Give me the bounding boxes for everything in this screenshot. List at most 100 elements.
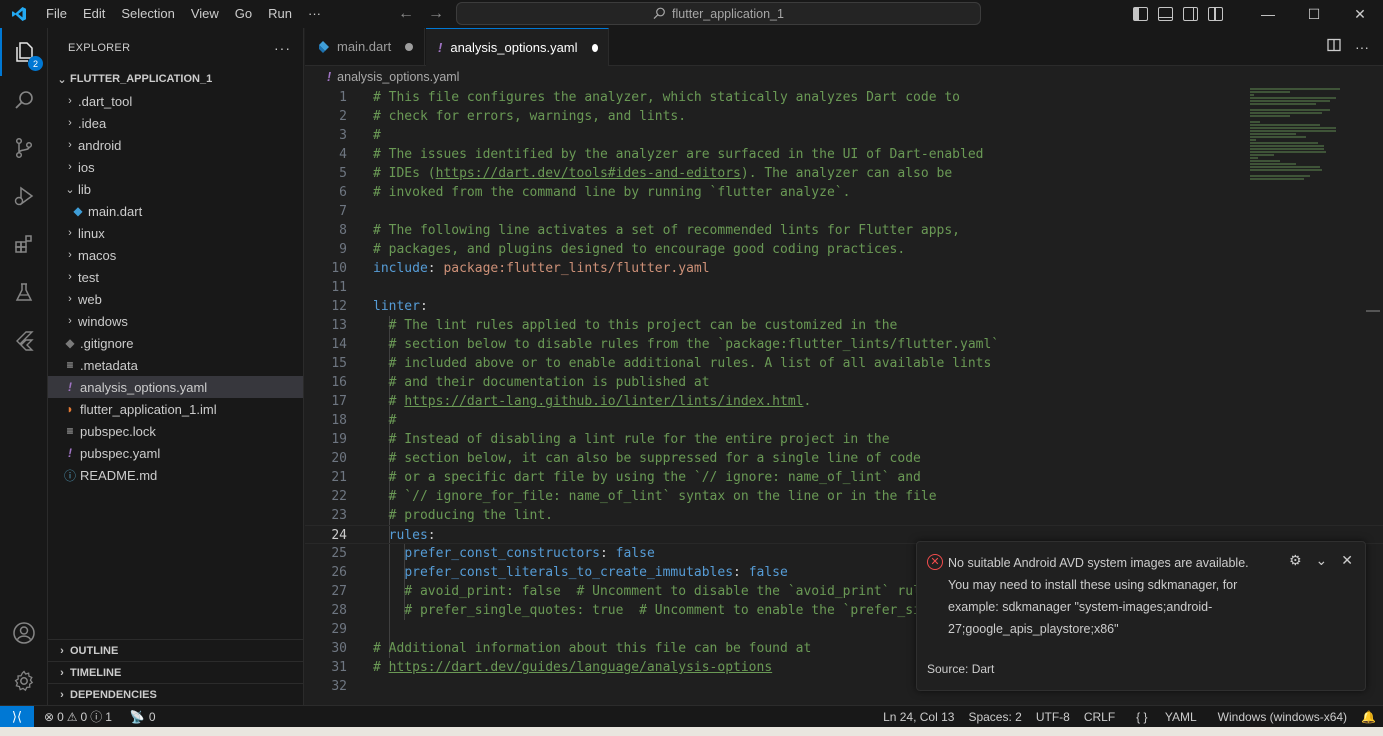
breadcrumb[interactable]: ! analysis_options.yaml	[305, 66, 459, 88]
editor-more-actions-icon[interactable]: ···	[1355, 39, 1369, 55]
menu-item-selection[interactable]: Selection	[113, 0, 182, 28]
line-text: # avoid_print: false # Uncomment to disa…	[373, 582, 928, 601]
line-number: 26	[331, 565, 347, 580]
file-item[interactable]: ! pubspec.yaml	[48, 442, 303, 464]
folder-item[interactable]: › ios	[48, 156, 303, 178]
section-dependencies[interactable]: › DEPENDENCIES	[48, 683, 303, 705]
folder-item[interactable]: › .idea	[48, 112, 303, 134]
folder-item[interactable]: › web	[48, 288, 303, 310]
tab-analysis-options[interactable]: ! analysis_options.yaml	[426, 28, 609, 66]
code-token[interactable]	[373, 565, 404, 580]
folder-item[interactable]: › .dart_tool	[48, 90, 303, 112]
toggle-panel-icon[interactable]	[1158, 7, 1173, 21]
problems-status[interactable]: ⊗ 0 ⚠ 0 ⓘ 1	[44, 708, 112, 725]
code-token[interactable]: :	[428, 261, 444, 276]
line-number: 7	[339, 204, 347, 219]
remote-indicator-icon[interactable]: ⟩⟨	[0, 705, 34, 728]
toggle-primary-sidebar-icon[interactable]	[1133, 7, 1148, 21]
unsaved-dot-icon[interactable]	[405, 42, 414, 51]
maximize-button[interactable]: ☐	[1291, 0, 1337, 28]
customize-layout-icon[interactable]	[1208, 7, 1223, 21]
notification-settings-gear-icon[interactable]: ⚙	[1289, 552, 1302, 569]
menu-item-view[interactable]: View	[183, 0, 227, 28]
code-token: linter	[373, 299, 420, 314]
code-line: 21 # or a specific dart file by using th…	[305, 468, 1383, 487]
folder-item[interactable]: › windows	[48, 310, 303, 332]
section-outline[interactable]: › OUTLINE	[48, 639, 303, 661]
language-mode[interactable]: { } YAML	[1122, 710, 1211, 724]
folder-item[interactable]: › linux	[48, 222, 303, 244]
search-activity-button[interactable]	[0, 76, 48, 124]
folder-item[interactable]: ⌄ lib	[48, 178, 303, 200]
background-window-strip	[0, 727, 1383, 736]
back-arrow-icon[interactable]: ←	[398, 5, 414, 23]
menu-item-more[interactable]: ···	[300, 0, 329, 28]
code-token: #	[373, 660, 389, 675]
forward-arrow-icon[interactable]: →	[428, 5, 444, 23]
file-item[interactable]: ⓘ README.md	[48, 464, 303, 486]
explorer-activity-button[interactable]: 2	[0, 28, 48, 76]
encoding[interactable]: UTF-8	[1029, 710, 1077, 724]
code-line: 14 # section below to disable rules from…	[305, 335, 1383, 354]
workspace-folder-header[interactable]: ⌄ FLUTTER_APPLICATION_1	[48, 68, 303, 90]
split-editor-icon[interactable]	[1327, 38, 1341, 55]
testing-activity-button[interactable]	[0, 268, 48, 316]
explorer-more-actions-button[interactable]: ···	[274, 40, 291, 56]
tree-item-label: web	[78, 291, 102, 307]
menu-item-file[interactable]: File	[38, 0, 75, 28]
code-line: 17 # https://dart-lang.github.io/linter/…	[305, 392, 1383, 411]
collapse-chevron-icon[interactable]: ⌄	[1316, 552, 1328, 569]
command-center-search[interactable]: flutter_application_1	[456, 2, 981, 25]
ports-status[interactable]: 📡 0	[130, 710, 156, 724]
code-token: # and their documentation is published a…	[373, 375, 710, 390]
code-token[interactable]	[373, 528, 389, 543]
file-item[interactable]: ! analysis_options.yaml	[48, 376, 303, 398]
code-token[interactable]: :	[420, 299, 428, 314]
code-token[interactable]: https://dart.dev/guides/language/analysi…	[389, 660, 773, 675]
breadcrumb-file[interactable]: analysis_options.yaml	[337, 70, 459, 84]
flutter-activity-button[interactable]	[0, 316, 48, 364]
end-of-line[interactable]: CRLF	[1077, 710, 1122, 724]
folder-item[interactable]: › android	[48, 134, 303, 156]
file-item[interactable]: ◆ .gitignore	[48, 332, 303, 354]
line-number: 32	[331, 679, 347, 694]
file-item[interactable]: ◗ flutter_application_1.iml	[48, 398, 303, 420]
code-line: 13 # The lint rules applied to this proj…	[305, 316, 1383, 335]
code-line: 20 # section below, it can also be suppr…	[305, 449, 1383, 468]
code-token[interactable]: https://dart-lang.github.io/linter/lints…	[404, 394, 803, 409]
menu-item-go[interactable]: Go	[227, 0, 260, 28]
tab-main-dart[interactable]: main.dart	[305, 28, 425, 65]
menu-item-edit[interactable]: Edit	[75, 0, 113, 28]
code-token[interactable]: :	[733, 565, 749, 580]
flutter-device[interactable]: Windows (windows-x64)	[1211, 710, 1354, 724]
close-window-button[interactable]: ✕	[1337, 0, 1383, 28]
info-count: 1	[105, 709, 112, 724]
unsaved-dot-icon[interactable]	[591, 43, 598, 52]
toggle-secondary-sidebar-icon[interactable]	[1183, 7, 1198, 21]
code-token[interactable]: :	[428, 528, 436, 543]
manage-button[interactable]	[0, 657, 48, 705]
cursor-position[interactable]: Ln 24, Col 13	[876, 710, 961, 724]
line-text: # section below, it can also be suppress…	[373, 449, 921, 468]
code-token[interactable]: https://dart.dev/tools#ides-and-editors	[436, 166, 741, 181]
file-item[interactable]: ≡ pubspec.lock	[48, 420, 303, 442]
section-timeline[interactable]: › TIMELINE	[48, 661, 303, 683]
code-token[interactable]: :	[600, 546, 616, 561]
chevron-right-icon: ›	[68, 139, 72, 151]
file-item[interactable]: ◆ main.dart	[48, 200, 303, 222]
source-control-activity-button[interactable]	[0, 124, 48, 172]
file-item[interactable]: ≡ .metadata	[48, 354, 303, 376]
indentation[interactable]: Spaces: 2	[961, 710, 1028, 724]
minimize-button[interactable]: —	[1245, 0, 1291, 28]
folder-item[interactable]: › test	[48, 266, 303, 288]
code-token[interactable]	[373, 546, 404, 561]
notifications-bell-icon[interactable]: 🔔	[1354, 710, 1383, 724]
extensions-activity-button[interactable]	[0, 220, 48, 268]
accounts-button[interactable]	[0, 609, 48, 657]
notification-close-icon[interactable]: ✕	[1341, 552, 1353, 569]
folder-item[interactable]: › macos	[48, 244, 303, 266]
minimap[interactable]	[1250, 88, 1350, 180]
dart-file-icon: ◆	[73, 204, 83, 218]
menu-item-run[interactable]: Run	[260, 0, 300, 28]
run-debug-activity-button[interactable]	[0, 172, 48, 220]
